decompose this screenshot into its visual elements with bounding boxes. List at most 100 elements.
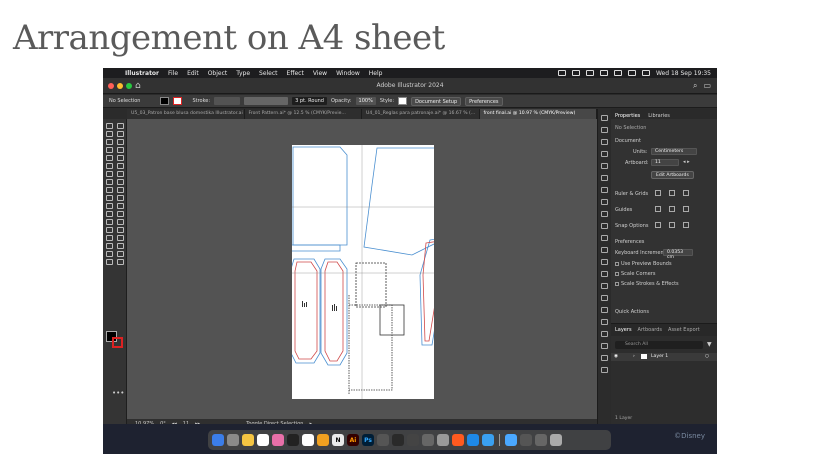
- fill-swatch[interactable]: [160, 97, 170, 105]
- tool-icon[interactable]: [117, 219, 124, 225]
- tool-icon[interactable]: [117, 163, 124, 169]
- tab-libraries[interactable]: Libraries: [648, 113, 670, 119]
- panel-icon[interactable]: [600, 187, 608, 193]
- grid-icon[interactable]: [669, 190, 675, 196]
- panel-icon[interactable]: [600, 127, 608, 133]
- wifi-icon[interactable]: [599, 70, 608, 76]
- tool-icon[interactable]: [106, 187, 113, 193]
- workspace-icon[interactable]: ▭: [703, 81, 711, 91]
- reminders-icon[interactable]: [302, 434, 314, 446]
- menu-select[interactable]: Select: [259, 70, 278, 77]
- panel-icon[interactable]: [600, 175, 608, 181]
- pixel-grid-icon[interactable]: [683, 190, 689, 196]
- tool-icon[interactable]: [117, 147, 124, 153]
- brave-icon[interactable]: [452, 434, 464, 446]
- tool-icon[interactable]: [117, 179, 124, 185]
- style-swatch[interactable]: [398, 97, 408, 105]
- panel-icon[interactable]: [600, 355, 608, 361]
- panel-icon[interactable]: [600, 295, 608, 301]
- artboard-dropdown[interactable]: 11: [651, 159, 679, 166]
- tool-icon[interactable]: [117, 203, 124, 209]
- creative-cloud-icon[interactable]: [571, 70, 580, 76]
- layer-row[interactable]: ◉ › Layer 1 ○: [611, 353, 717, 361]
- tool-icon[interactable]: [117, 155, 124, 161]
- tool-icon[interactable]: [106, 147, 113, 153]
- tool-icon[interactable]: [106, 243, 113, 249]
- menu-object[interactable]: Object: [208, 70, 228, 77]
- filter-icon[interactable]: ▼: [707, 341, 712, 348]
- menu-app[interactable]: Illustrator: [125, 70, 159, 77]
- menu-type[interactable]: Type: [236, 70, 250, 77]
- record-icon[interactable]: [585, 70, 594, 76]
- tab-layers[interactable]: Layers: [615, 327, 632, 333]
- tool-icon[interactable]: [117, 195, 124, 201]
- tool-icon[interactable]: [117, 235, 124, 241]
- tool-icon[interactable]: [117, 171, 124, 177]
- panel-icon[interactable]: [600, 163, 608, 169]
- tool-icon[interactable]: [117, 243, 124, 249]
- tool-icon[interactable]: [106, 131, 113, 137]
- launchpad-icon[interactable]: [227, 434, 239, 446]
- panel-icon[interactable]: [600, 307, 608, 313]
- terminal-icon[interactable]: [392, 434, 404, 446]
- panel-icon[interactable]: [600, 283, 608, 289]
- tool-icon[interactable]: [106, 219, 113, 225]
- control-center-icon[interactable]: [641, 70, 650, 76]
- tool-icon[interactable]: [106, 251, 113, 257]
- brush-dropdown[interactable]: 3 pt. Round: [292, 97, 327, 105]
- panel-icon[interactable]: [600, 343, 608, 349]
- tool-icon[interactable]: [117, 211, 124, 217]
- tool-icon[interactable]: [106, 211, 113, 217]
- ruler-icon[interactable]: [655, 190, 661, 196]
- document-setup-button[interactable]: Document Setup: [411, 96, 462, 106]
- tool-icon[interactable]: [106, 155, 113, 161]
- stroke-swatch[interactable]: [173, 97, 183, 105]
- stroke-color-box[interactable]: [112, 337, 123, 348]
- stack-icon[interactable]: [520, 434, 532, 446]
- panel-icon[interactable]: [600, 223, 608, 229]
- tool-icon[interactable]: [106, 171, 113, 177]
- edit-artboards-button[interactable]: Edit Artboards: [651, 171, 694, 179]
- tab-doc-1[interactable]: U5_03_Patron base blusa domestika Illust…: [127, 109, 245, 119]
- panel-icon[interactable]: [600, 331, 608, 337]
- smart-guides-icon[interactable]: [683, 206, 689, 212]
- menu-window[interactable]: Window: [336, 70, 360, 77]
- tool-icon[interactable]: [106, 139, 113, 145]
- tab-doc-3[interactable]: U4_01_Reglas para patronaje.ai* @ 16.67 …: [362, 109, 480, 119]
- tool-icon[interactable]: [117, 251, 124, 257]
- tool-icon[interactable]: [117, 259, 124, 265]
- photoshop-icon[interactable]: Ps: [362, 434, 374, 446]
- opacity-field[interactable]: 100%: [355, 97, 376, 105]
- panel-icon[interactable]: [600, 151, 608, 157]
- tab-properties[interactable]: Properties: [615, 113, 640, 119]
- snap-point-icon[interactable]: [655, 222, 661, 228]
- checkbox-icon[interactable]: [615, 261, 619, 266]
- app-store-icon[interactable]: [467, 434, 479, 446]
- notion-icon[interactable]: N: [332, 434, 344, 446]
- preview-icon[interactable]: [377, 434, 389, 446]
- tab-asset-export[interactable]: Asset Export: [668, 327, 700, 333]
- expand-chevron-icon[interactable]: ›: [633, 354, 635, 359]
- battery-icon[interactable]: [613, 70, 622, 76]
- checkbox-icon[interactable]: [615, 281, 619, 286]
- tool-icon[interactable]: [106, 195, 113, 201]
- snap-grid-icon[interactable]: [669, 222, 675, 228]
- downloads-folder-icon[interactable]: [505, 434, 517, 446]
- tab-doc-2[interactable]: Front Pattern.ai* @ 12.5 % (CMYK/Previe.…: [245, 109, 362, 119]
- panel-icon[interactable]: [600, 367, 608, 373]
- canvas[interactable]: [127, 119, 597, 419]
- layer-name[interactable]: Layer 1: [651, 354, 668, 359]
- menu-effect[interactable]: Effect: [287, 70, 304, 77]
- panel-icon[interactable]: [600, 259, 608, 265]
- system-settings-icon[interactable]: [437, 434, 449, 446]
- tool-icon[interactable]: [117, 131, 124, 137]
- layer-target-icon[interactable]: ○: [705, 354, 709, 359]
- photos-icon[interactable]: [272, 434, 284, 446]
- pages-icon[interactable]: [317, 434, 329, 446]
- panel-icon[interactable]: [600, 247, 608, 253]
- keyboard-increment-field[interactable]: 0.0353 cm: [663, 249, 693, 260]
- tool-icon[interactable]: [117, 187, 124, 193]
- tool-icon[interactable]: [106, 179, 113, 185]
- panel-icon[interactable]: [600, 235, 608, 241]
- scale-strokes-checkbox[interactable]: Scale Strokes & Effects: [615, 281, 679, 287]
